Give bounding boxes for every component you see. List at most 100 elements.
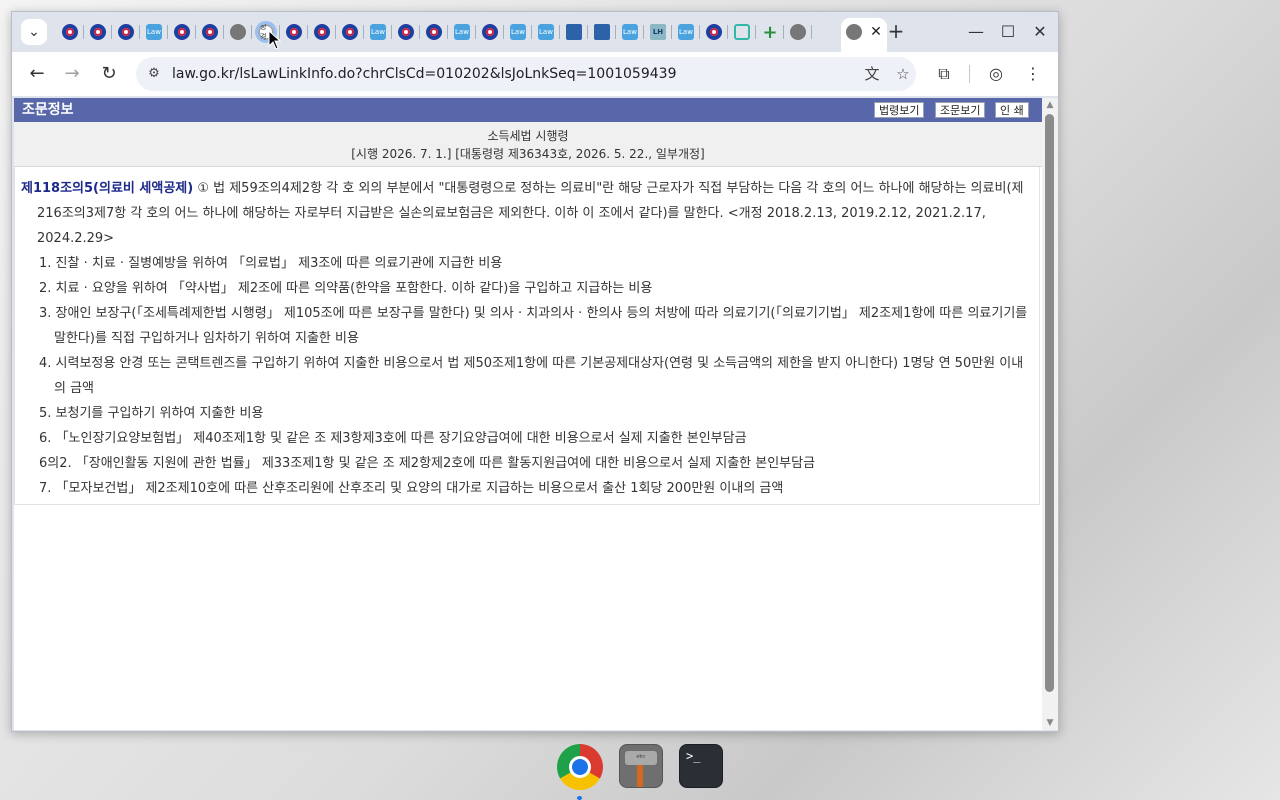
running-indicator: [577, 796, 582, 800]
globe-icon: [846, 24, 862, 40]
profile-icon[interactable]: ◎: [985, 63, 1007, 85]
back-button[interactable]: ←: [25, 62, 49, 86]
favicon-icon: [314, 24, 330, 40]
tab-2[interactable]: [112, 18, 140, 46]
favicon-icon: [174, 24, 190, 40]
print-button[interactable]: 인 쇄: [995, 102, 1029, 118]
minimize-button[interactable]: —: [964, 20, 988, 44]
tab-16[interactable]: Law: [504, 18, 532, 46]
chrome-icon[interactable]: [557, 744, 603, 790]
favicon-icon: Law: [146, 24, 162, 40]
article-item: 5. 보청기를 구입하기 위하여 지출한 비용: [39, 406, 264, 421]
tab-6[interactable]: [224, 18, 252, 46]
tab-active[interactable]: ✕: [841, 18, 887, 52]
article-items: 1. 진찰 · 치료 · 질병예방을 위하여 「의료법」 제3조에 따른 의료기…: [21, 251, 1033, 501]
article-item: 2. 치료 · 요양을 위하여 「약사법」 제2조에 따른 의약품(한약을 포함…: [39, 281, 653, 296]
bookmark-star-icon[interactable]: ☆: [893, 64, 913, 84]
panel-titlebar: 조문정보 법령보기 조문보기 인 쇄: [14, 98, 1042, 122]
mouse-cursor-icon: [268, 30, 282, 50]
new-tab-button[interactable]: +: [884, 20, 908, 44]
scroll-down-icon[interactable]: ▼: [1042, 716, 1058, 730]
close-window-button[interactable]: ✕: [1028, 20, 1052, 44]
tab-14[interactable]: Law: [448, 18, 476, 46]
favicon-icon: Law: [538, 24, 554, 40]
favicon-icon: [118, 24, 134, 40]
scroll-thumb[interactable]: [1045, 114, 1054, 692]
menu-icon[interactable]: ⋮: [1022, 63, 1044, 85]
panel-title: 조문정보: [22, 102, 74, 118]
tab-separator: [811, 25, 812, 39]
tab-22[interactable]: Law: [672, 18, 700, 46]
toolbar-divider: [969, 65, 970, 83]
tab-11[interactable]: Law: [364, 18, 392, 46]
favicon-icon: +: [762, 21, 778, 43]
law-header: 소득세법 시행령 [시행 2026. 7. 1.] [대통령령 제36343호,…: [14, 122, 1042, 167]
close-tab-icon[interactable]: ✕: [868, 24, 884, 40]
tab-0[interactable]: [56, 18, 84, 46]
tab-list: Law 정경 Law Law Law Law Law LH Law +: [56, 18, 812, 46]
tab-10[interactable]: [336, 18, 364, 46]
favicon-icon: [202, 24, 218, 40]
law-name: 소득세법 시행령: [487, 129, 569, 143]
article-view-button[interactable]: 조문보기: [935, 102, 986, 118]
favicon-icon: [62, 24, 78, 40]
tab-17[interactable]: Law: [532, 18, 560, 46]
tab-20[interactable]: Law: [616, 18, 644, 46]
tab-18[interactable]: [560, 18, 588, 46]
favicon-icon: LH: [650, 24, 666, 40]
url-text[interactable]: law.go.kr/lsLawLinkInfo.do?chrClsCd=0102…: [172, 57, 676, 91]
law-view-button[interactable]: 법령보기: [874, 102, 925, 118]
tab-8[interactable]: [280, 18, 308, 46]
maximize-button[interactable]: ☐: [996, 20, 1020, 44]
article-item: 4. 시력보정용 안경 또는 콘택트렌즈를 구입하기 위하여 지출한 비용으로서…: [39, 356, 1024, 396]
forward-button[interactable]: →: [60, 62, 84, 86]
translate-icon[interactable]: 文: [862, 64, 882, 84]
tab-strip: ⌄ Law 정경 Law Law Law Law Law LH Law + ✕ + — ☐ ✕: [12, 12, 1058, 52]
favicon-icon: Law: [678, 24, 694, 40]
terminal-icon[interactable]: >_: [679, 744, 723, 788]
page-viewport: 조문정보 법령보기 조문보기 인 쇄 소득세법 시행령 [시행 2026. 7.…: [14, 98, 1058, 730]
favicon-icon: [398, 24, 414, 40]
tab-24[interactable]: [728, 18, 756, 46]
chevron-down-icon: ⌄: [28, 24, 40, 40]
extensions-icon[interactable]: ⧉: [933, 63, 955, 85]
tab-4[interactable]: [168, 18, 196, 46]
tab-25[interactable]: +: [756, 18, 784, 46]
tab-9[interactable]: [308, 18, 336, 46]
tool-app-icon[interactable]: ᵃᵇᶜ: [619, 744, 663, 788]
tab-1[interactable]: [84, 18, 112, 46]
favicon-icon: Law: [370, 24, 386, 40]
favicon-icon: [426, 24, 442, 40]
tab-23[interactable]: [700, 18, 728, 46]
vertical-scrollbar[interactable]: ▲ ▼: [1042, 98, 1058, 730]
address-bar[interactable]: ⚙ law.go.kr/lsLawLinkInfo.do?chrClsCd=01…: [136, 57, 916, 91]
tab-search-button[interactable]: ⌄: [21, 19, 47, 45]
site-info-icon[interactable]: ⚙: [144, 64, 164, 84]
favicon-icon: Law: [454, 24, 470, 40]
favicon-icon: [734, 24, 750, 40]
favicon-icon: [482, 24, 498, 40]
tab-26[interactable]: [784, 18, 812, 46]
favicon-icon: [342, 24, 358, 40]
tab-3[interactable]: Law: [140, 18, 168, 46]
article-item: 1. 진찰 · 치료 · 질병예방을 위하여 「의료법」 제3조에 따른 의료기…: [39, 256, 503, 271]
article-item: 7. 「모자보건법」 제2조제10호에 따른 산후조리원에 산후조리 및 요양의…: [39, 481, 784, 496]
tab-15[interactable]: [476, 18, 504, 46]
article-item: 6의2. 「장애인활동 지원에 관한 법률」 제33조제1항 및 같은 조 제2…: [39, 456, 816, 471]
favicon-icon: Law: [510, 24, 526, 40]
favicon-icon: [790, 24, 806, 40]
tab-13[interactable]: [420, 18, 448, 46]
favicon-icon: Law: [622, 24, 638, 40]
reload-button[interactable]: ↻: [97, 62, 121, 86]
favicon-icon: [706, 24, 722, 40]
tab-19[interactable]: [588, 18, 616, 46]
tab-12[interactable]: [392, 18, 420, 46]
law-meta: [시행 2026. 7. 1.] [대통령령 제36343호, 2026. 5.…: [351, 147, 705, 161]
toolbar: ← → ↻ ⚙ law.go.kr/lsLawLinkInfo.do?chrCl…: [12, 52, 1058, 96]
article: 제118조의5(의료비 세액공제) ① 법 제59조의4제2항 각 호 외의 부…: [21, 176, 1033, 501]
tab-5[interactable]: [196, 18, 224, 46]
favicon-icon: [594, 24, 610, 40]
scroll-up-icon[interactable]: ▲: [1042, 98, 1058, 112]
tab-21[interactable]: LH: [644, 18, 672, 46]
browser-window: ⌄ Law 정경 Law Law Law Law Law LH Law + ✕ + — ☐ ✕ ←…: [11, 11, 1059, 732]
